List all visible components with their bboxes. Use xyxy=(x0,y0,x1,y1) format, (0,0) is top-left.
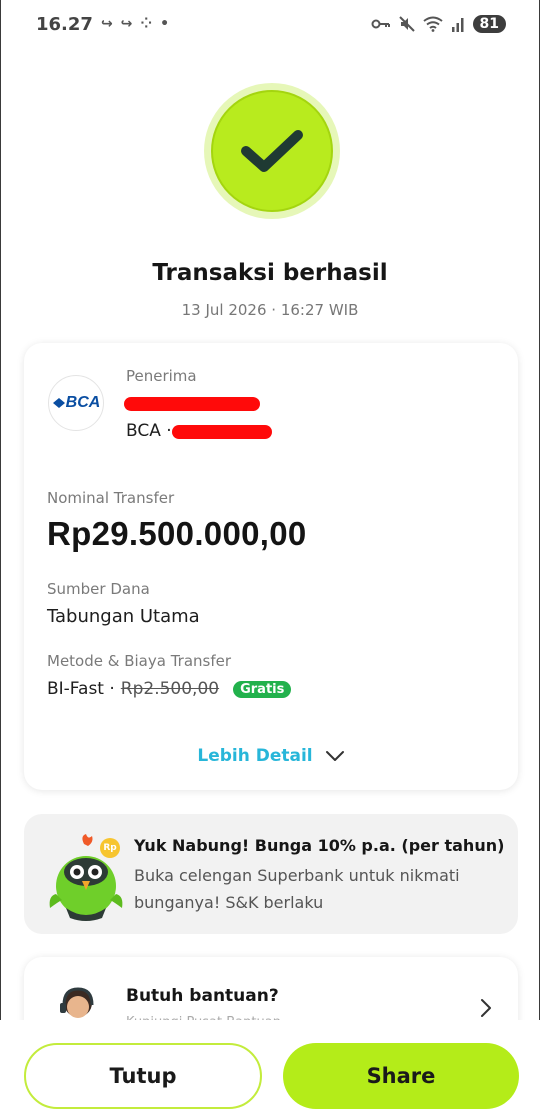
bca-mark-icon xyxy=(52,398,65,408)
forward-icon-2: ↪ xyxy=(120,16,133,32)
key-icon xyxy=(371,19,390,29)
transaction-datetime: 13 Jul 2026 · 16:27 WIB xyxy=(181,301,359,319)
free-fee-badge: Gratis xyxy=(233,680,292,698)
method-label: Metode & Biaya Transfer xyxy=(47,652,232,670)
savings-promo-banner[interactable]: Rp Yuk Nabung! Bunga 10% p.a. (per tahun… xyxy=(24,814,518,934)
more-detail-link[interactable]: Lebih Detail xyxy=(24,746,518,766)
promo-title: Yuk Nabung! Bunga 10% p.a. (per tahun) xyxy=(134,836,505,855)
dot-icon: • xyxy=(160,16,170,32)
recipient-bank: BCA · xyxy=(126,421,172,441)
bank-logo-text: BCA xyxy=(65,394,101,411)
close-button[interactable]: Tutup xyxy=(24,1043,262,1109)
checkmark-icon xyxy=(241,130,303,172)
source-account: Tabungan Utama xyxy=(47,606,200,627)
mute-icon xyxy=(398,16,415,32)
status-left: 16.27 ↪ ↪ ⁘ • xyxy=(36,14,169,35)
success-badge xyxy=(204,83,340,219)
source-label: Sumber Dana xyxy=(47,580,150,598)
bank-logo: BCA xyxy=(48,375,104,431)
share-button[interactable]: Share xyxy=(283,1043,519,1109)
amount-label: Nominal Transfer xyxy=(47,489,175,507)
battery-indicator: 81 xyxy=(472,15,506,33)
coin-badge: Rp xyxy=(100,838,120,858)
chevron-down-icon xyxy=(325,751,344,761)
status-right: 81 xyxy=(371,15,506,33)
status-bar: 16.27 ↪ ↪ ⁘ • 81 xyxy=(0,0,540,48)
method-row: BI-Fast · Rp2.500,00 Gratis xyxy=(47,679,292,699)
bottom-action-bar: Tutup Share xyxy=(0,1020,540,1119)
recipient-label: Penerima xyxy=(126,367,197,385)
transfer-amount: Rp29.500.000,00 xyxy=(47,515,307,552)
status-time: 16.27 xyxy=(36,13,93,35)
success-circle xyxy=(211,90,333,212)
page-title: Transaksi berhasil xyxy=(152,260,388,286)
signal-icon xyxy=(451,18,464,32)
wifi-icon xyxy=(422,16,443,32)
more-detail-label: Lebih Detail xyxy=(197,746,313,766)
promo-body: Buka celengan Superbank untuk nikmati bu… xyxy=(134,866,460,912)
app-grid-icon: ⁘ xyxy=(140,16,153,32)
forward-icon: ↪ xyxy=(100,16,113,32)
chevron-right-icon xyxy=(481,999,491,1017)
recipient-name-redaction xyxy=(124,397,260,411)
transfer-method: BI-Fast · xyxy=(47,679,115,699)
help-title: Butuh bantuan? xyxy=(126,986,279,1006)
frame-edge-left xyxy=(0,0,1,1119)
transfer-details-card: BCA Penerima BCA · Nominal Transfer Rp29… xyxy=(24,343,518,790)
recipient-account-redaction xyxy=(172,425,272,439)
original-fee: Rp2.500,00 xyxy=(120,679,220,699)
